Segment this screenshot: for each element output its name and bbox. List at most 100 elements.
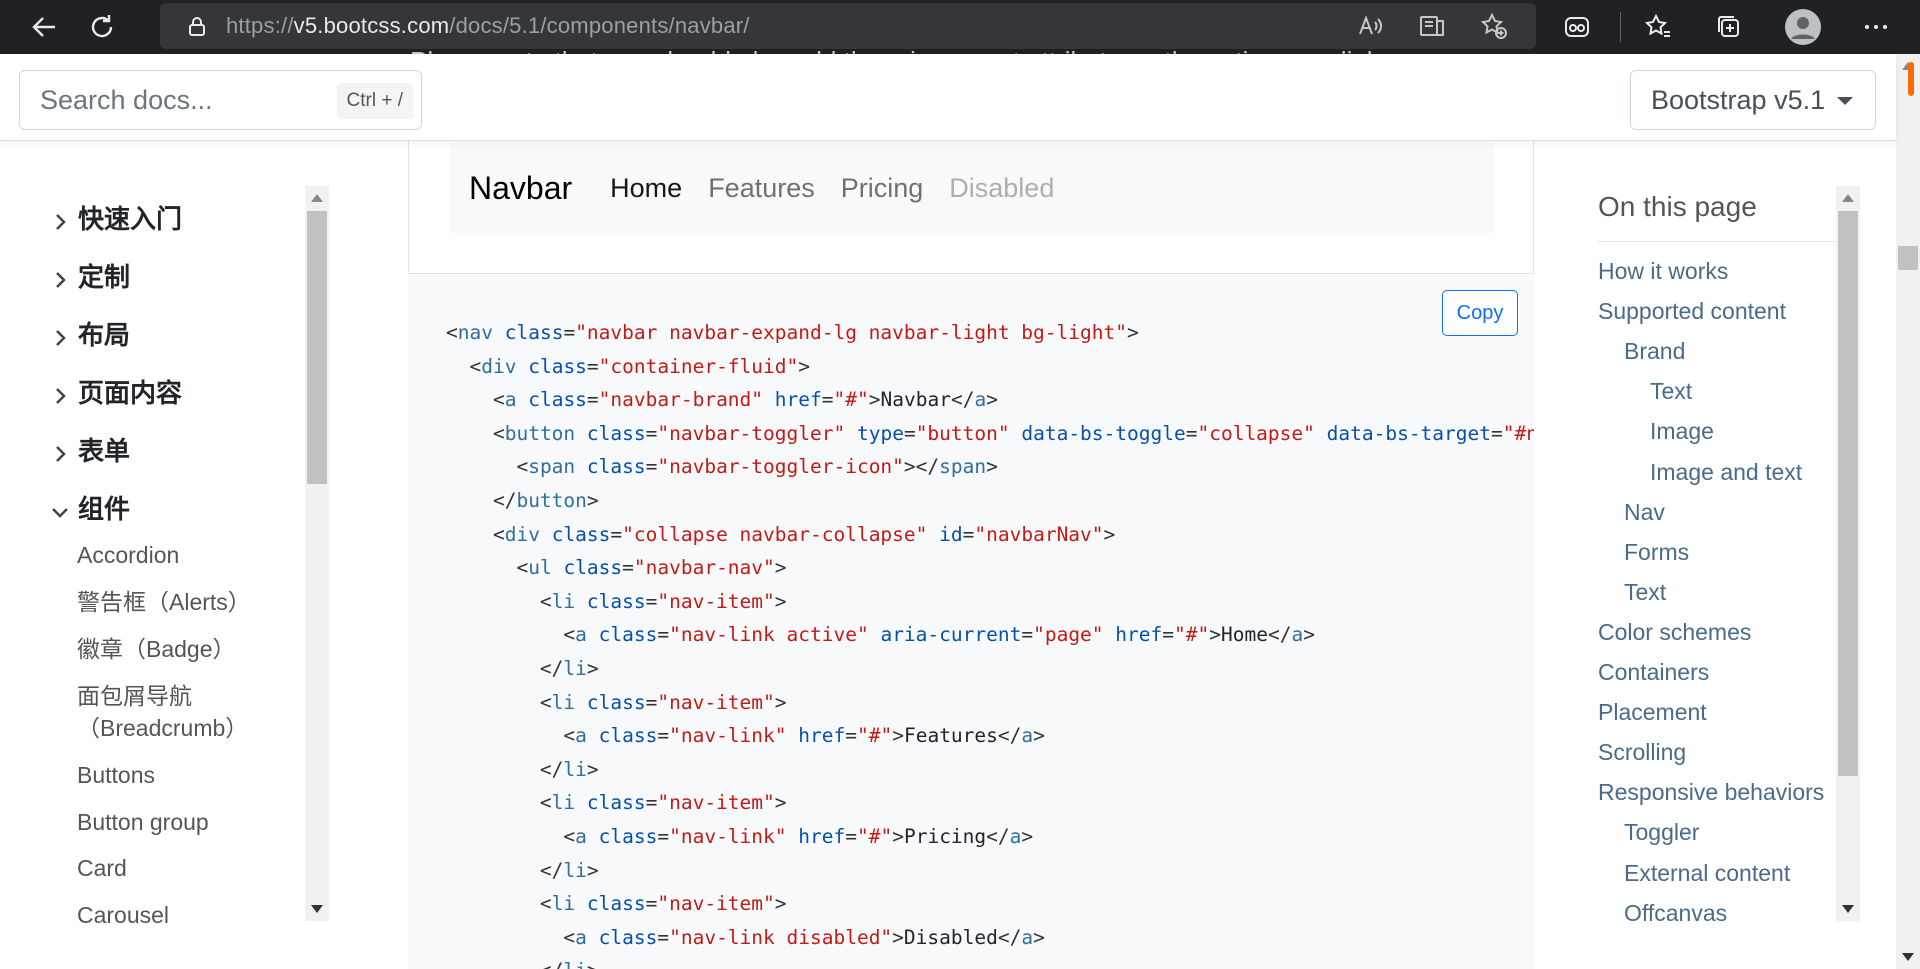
code-line: <li class="nav-item"> [539, 791, 787, 815]
url-text: https://v5.bootcss.com/docs/5.1/componen… [226, 13, 750, 39]
toc-item-image-and-text[interactable]: Image and text [1650, 459, 1802, 486]
code-line: </li> [539, 656, 599, 680]
sidebar-section-forms[interactable]: 表单 [50, 431, 130, 468]
toc-item-responsive-behaviors[interactable]: Responsive behaviors [1598, 779, 1824, 806]
docs-sidebar: 快速入门 定制 布局 页面内容 表单 组件 Accordion 警告框（Aler… [0, 141, 330, 969]
sidebar-item-accordion[interactable]: Accordion [77, 539, 179, 571]
sidebar-scrollbar[interactable] [305, 186, 329, 921]
chevron-right-icon [50, 382, 70, 404]
scrollbar-thumb[interactable] [1898, 246, 1918, 270]
navbar-brand[interactable]: Navbar [469, 170, 572, 207]
version-label: Bootstrap v5.1 [1651, 84, 1826, 115]
toc-item-external-content[interactable]: External content [1624, 860, 1790, 887]
code-line: <div class="container-fluid"> [469, 354, 811, 378]
settings-more-button[interactable] [1862, 0, 1890, 54]
search-placeholder: Search docs... [40, 84, 213, 115]
sidebar-item-breadcrumb[interactable]: 面包屑导航 [77, 680, 192, 712]
toc-item-offcanvas[interactable]: Offcanvas [1624, 900, 1727, 927]
collections-button[interactable] [1714, 0, 1744, 54]
sidebar-section-label: 页面内容 [78, 378, 183, 408]
toc-item-text[interactable]: Text [1650, 378, 1692, 405]
code-line: <nav class="navbar navbar-expand-lg navb… [446, 321, 1139, 344]
profile-avatar-icon [1785, 9, 1821, 45]
refresh-button[interactable] [80, 5, 124, 49]
sidebar-item-button-group[interactable]: Button group [77, 806, 209, 838]
scroll-up-arrow-icon[interactable] [311, 194, 323, 202]
sidebar-item-card[interactable]: Card [77, 852, 127, 884]
sidebar-section-content[interactable]: 页面内容 [50, 373, 182, 410]
toc-item-placement[interactable]: Placement [1598, 699, 1707, 726]
scroll-up-arrow-icon[interactable] [1842, 194, 1854, 202]
address-bar[interactable]: https://v5.bootcss.com/docs/5.1/componen… [160, 3, 1536, 49]
back-button[interactable] [22, 5, 66, 49]
refresh-icon [91, 15, 113, 38]
toc-item-scrolling[interactable]: Scrolling [1598, 739, 1686, 766]
sidebar-section-getting-started[interactable]: 快速入门 [50, 199, 182, 236]
chevron-right-icon [50, 324, 70, 346]
scroll-position-marker [1908, 62, 1914, 96]
scroll-down-arrow-icon[interactable] [311, 905, 323, 913]
profile-button[interactable] [1785, 0, 1821, 54]
toc-item-text[interactable]: Text [1624, 579, 1666, 606]
version-dropdown[interactable]: Bootstrap v5.1 [1630, 70, 1876, 130]
search-input[interactable]: Search docs... Ctrl + / [19, 70, 422, 130]
demo-navbar: Navbar Home Features Pricing Disabled [449, 143, 1495, 233]
toc-item-how-it-works[interactable]: How it works [1598, 258, 1728, 285]
sidebar-section-layout[interactable]: 布局 [50, 315, 130, 352]
sidebar-section-label: 布局 [78, 320, 131, 350]
nav-link-pricing[interactable]: Pricing [841, 173, 924, 204]
toc-item-image[interactable]: Image [1650, 418, 1714, 445]
toc-item-nav[interactable]: Nav [1624, 499, 1665, 526]
code-line: <a class="navbar-brand" href="#">Navbar<… [492, 388, 998, 412]
page-scrollbar[interactable] [1896, 54, 1920, 969]
code-line: <ul class="navbar-nav"> [516, 556, 787, 580]
sidebar-item-alerts[interactable]: 警告框（Alerts） [77, 586, 251, 618]
scrollbar-thumb[interactable] [1838, 211, 1858, 776]
toc-item-brand[interactable]: Brand [1624, 338, 1685, 365]
favorites-button[interactable] [1643, 0, 1673, 54]
chevron-right-icon [50, 266, 70, 288]
table-of-contents: On this page How it works Supported conte… [1566, 141, 1896, 969]
toolbar-divider [1620, 12, 1621, 42]
extension-icon [1565, 17, 1589, 37]
sidebar-item-breadcrumb-en[interactable]: （Breadcrumb） [77, 712, 248, 744]
code-line: </li> [539, 858, 599, 882]
code-line: <li class="nav-item"> [539, 690, 787, 714]
code-line: <div class="collapse navbar-collapse" id… [492, 522, 1116, 546]
back-arrow-icon [32, 17, 55, 37]
add-favorite-icon[interactable] [1480, 12, 1508, 40]
sidebar-section-label: 快速入门 [78, 204, 183, 234]
toc-scrollbar[interactable] [1836, 186, 1860, 921]
scroll-down-arrow-icon[interactable] [1902, 953, 1914, 961]
sidebar-item-carousel[interactable]: Carousel [77, 899, 169, 931]
toc-item-color-schemes[interactable]: Color schemes [1598, 619, 1751, 646]
code-block: Copy <nav class="navbar navbar-expand-lg… [408, 274, 1534, 969]
toc-item-toggler[interactable]: Toggler [1624, 819, 1699, 846]
immersive-reader-icon[interactable] [1418, 12, 1446, 40]
code-line: <a class="nav-link" href="#">Features</a… [563, 724, 1045, 748]
sidebar-section-components[interactable]: 组件 [50, 489, 130, 526]
code-line: <button class="navbar-toggler" type="but… [492, 421, 1534, 445]
code-line: <li class="nav-item"> [539, 892, 787, 916]
sidebar-item-badge[interactable]: 徽章（Badge） [77, 633, 236, 665]
scrollbar-thumb[interactable] [307, 211, 327, 484]
nav-link-home[interactable]: Home [610, 173, 682, 204]
sidebar-section-customize[interactable]: 定制 [50, 257, 130, 294]
read-aloud-icon[interactable] [1356, 12, 1384, 40]
code-line: </li> [446, 954, 1534, 969]
lock-icon [189, 17, 205, 36]
chevron-down-icon [50, 498, 70, 518]
toc-item-forms[interactable]: Forms [1624, 539, 1689, 566]
toc-item-containers[interactable]: Containers [1598, 659, 1709, 686]
caret-down-icon [1837, 97, 1853, 105]
more-options-icon [1865, 25, 1887, 29]
chevron-right-icon [50, 208, 70, 230]
toc-item-supported-content[interactable]: Supported content [1598, 298, 1786, 325]
sidebar-item-buttons[interactable]: Buttons [77, 759, 155, 791]
extension-button[interactable] [1562, 0, 1592, 54]
scroll-down-arrow-icon[interactable] [1842, 905, 1854, 913]
nav-link-features[interactable]: Features [708, 173, 815, 204]
code-line: <span class="navbar-toggler-icon"></span… [516, 455, 998, 479]
toc-title: On this page [1598, 191, 1757, 222]
sidebar-section-label: 组件 [78, 494, 131, 524]
